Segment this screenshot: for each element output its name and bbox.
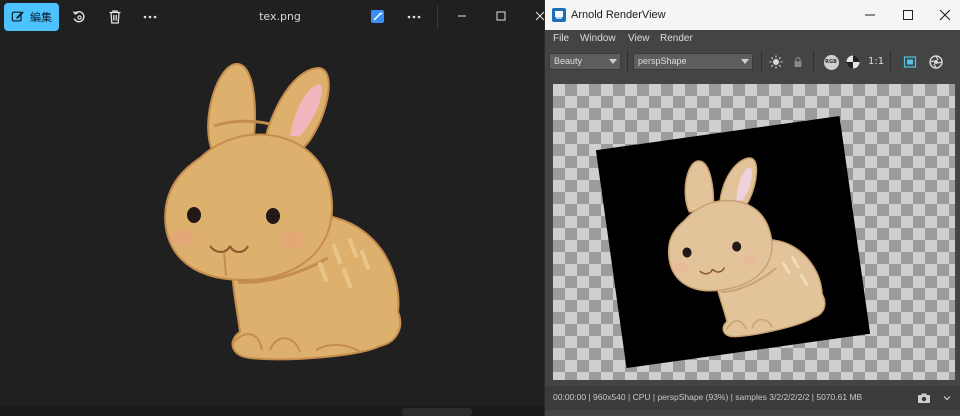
photos-toolbar: 編集 tex.png bbox=[0, 0, 545, 34]
crop-region-button[interactable] bbox=[902, 54, 918, 70]
snapshot-menu-button[interactable] bbox=[941, 392, 953, 404]
rgb-channel-button[interactable]: RGB bbox=[823, 54, 839, 70]
minimize-icon bbox=[865, 14, 875, 16]
chevron-down-icon bbox=[609, 59, 617, 64]
enhance-button[interactable] bbox=[371, 10, 384, 23]
enhance-icon bbox=[373, 11, 383, 21]
arnold-menubar: File Window View Render bbox=[545, 30, 960, 48]
arnold-maximize-button[interactable] bbox=[901, 8, 915, 22]
zoom-ratio[interactable]: 1:1 bbox=[868, 56, 884, 67]
arnold-statusbar: 00:00:00 | 960x540 | CPU | perspShape (9… bbox=[545, 386, 960, 410]
aperture-icon bbox=[929, 55, 943, 69]
chevron-down-icon bbox=[741, 59, 749, 64]
arnold-renderview-window: Arnold RenderView File Window View Rende… bbox=[544, 0, 960, 416]
exposure-button[interactable] bbox=[768, 54, 784, 70]
close-icon bbox=[939, 9, 951, 21]
menu-view[interactable]: View bbox=[628, 33, 650, 44]
render-status-text: 00:00:00 | 960x540 | CPU | perspShape (9… bbox=[553, 392, 863, 402]
toolbar-divider bbox=[890, 51, 891, 72]
camera-dropdown[interactable]: perspShape bbox=[633, 53, 753, 70]
camera-dropdown-value: perspShape bbox=[638, 56, 687, 66]
aov-dropdown-value: Beauty bbox=[554, 56, 583, 66]
maximize-icon bbox=[496, 11, 506, 21]
toolbar-divider bbox=[813, 51, 814, 72]
toolbar-divider bbox=[761, 51, 762, 72]
more-icon bbox=[407, 15, 421, 19]
sun-icon bbox=[769, 55, 783, 69]
lock-button[interactable] bbox=[790, 54, 806, 70]
lock-icon bbox=[794, 56, 802, 67]
arnold-toolbar: Beauty perspShape RGB 1:1 bbox=[545, 48, 960, 76]
snapshot-button[interactable] bbox=[917, 392, 931, 404]
arnold-titlebar: Arnold RenderView bbox=[545, 0, 960, 30]
checker-circle-icon bbox=[846, 55, 860, 69]
menu-file[interactable]: File bbox=[553, 33, 569, 44]
camera-icon bbox=[918, 393, 930, 403]
photos-more-button[interactable] bbox=[405, 8, 423, 26]
background-button[interactable] bbox=[845, 54, 861, 70]
rabbit-image bbox=[164, 62, 402, 361]
toolbar-divider bbox=[627, 51, 628, 72]
arnold-minimize-button[interactable] bbox=[863, 8, 877, 22]
arnold-window-title: Arnold RenderView bbox=[571, 9, 666, 21]
file-title: tex.png bbox=[259, 10, 301, 23]
render-settings-button[interactable] bbox=[928, 54, 944, 70]
photos-window: 編集 tex.png bbox=[0, 0, 545, 416]
image-canvas bbox=[0, 34, 544, 406]
rgb-label: RGB bbox=[823, 54, 839, 70]
arnold-close-button[interactable] bbox=[938, 8, 952, 22]
menu-window[interactable]: Window bbox=[580, 33, 616, 44]
photos-minimize-button[interactable] bbox=[455, 9, 469, 23]
toolbar-divider bbox=[437, 6, 438, 28]
chevron-down-icon bbox=[943, 396, 951, 401]
crop-region-icon bbox=[903, 56, 917, 68]
arnold-logo-icon bbox=[552, 8, 566, 22]
aov-dropdown[interactable]: Beauty bbox=[549, 53, 621, 70]
menu-render[interactable]: Render bbox=[660, 33, 693, 44]
photos-maximize-button[interactable] bbox=[494, 9, 508, 23]
zoom-control[interactable] bbox=[402, 408, 472, 416]
minimize-icon bbox=[458, 15, 466, 17]
rendered-rabbit-image bbox=[667, 157, 826, 338]
rendered-plane bbox=[595, 115, 871, 369]
maximize-icon bbox=[903, 10, 913, 20]
photos-filmstrip-bar bbox=[0, 406, 544, 416]
render-viewport[interactable] bbox=[553, 84, 955, 380]
